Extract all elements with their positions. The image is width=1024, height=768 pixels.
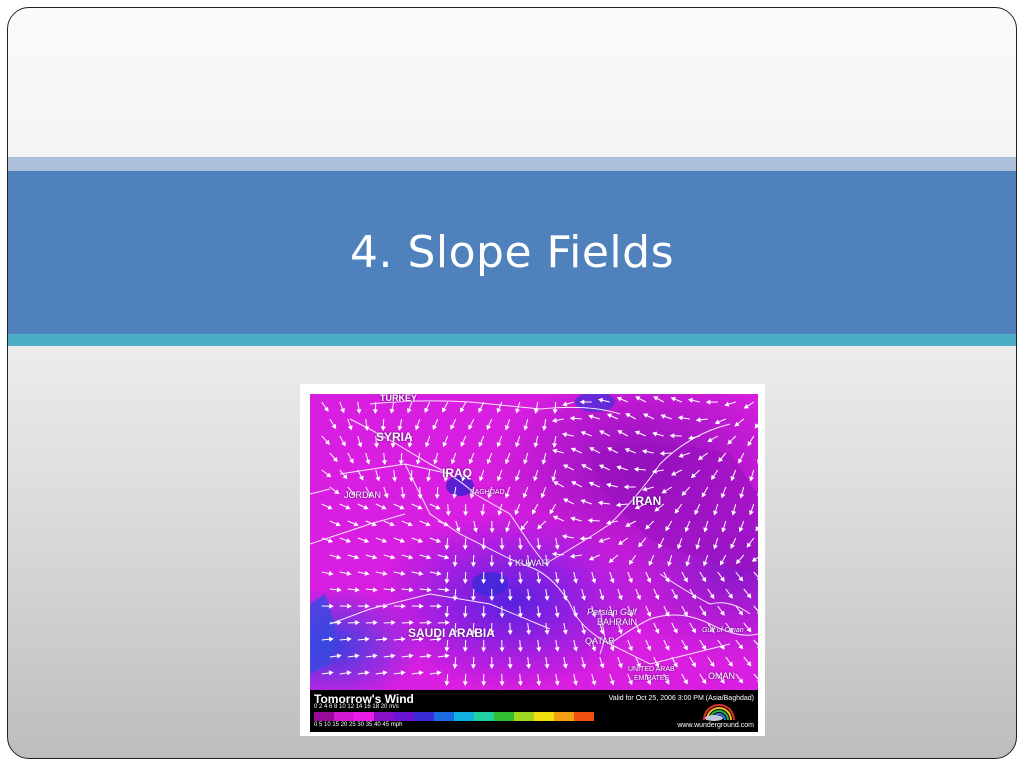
legend-swatch <box>574 712 594 721</box>
label-turkey: TURKEY <box>380 394 418 403</box>
wind-map: TURKEY SYRIA IRAQ BAGHDAD JORDAN IRAN KU… <box>310 394 758 690</box>
label-qatar: QATAR <box>585 636 615 646</box>
label-jordan: JORDAN <box>344 490 382 500</box>
label-iraq: IRAQ <box>442 466 472 480</box>
label-saudi-arabia: SAUDI ARABIA <box>408 626 495 640</box>
legend-swatch <box>434 712 454 721</box>
label-persian-gulf: Persian Gulf <box>587 607 637 617</box>
label-iran: IRAN <box>632 494 662 508</box>
legend-ms-scale: 0 2 4 6 8 10 12 14 16 18 20 m/s <box>314 704 399 710</box>
label-baghdad: BAGHDAD <box>470 489 505 496</box>
slide: 4. Slope Fields TURKEY SYRIA IRAQ BAGHDA… <box>7 7 1017 759</box>
legend-site: www.wunderground.com <box>677 722 754 729</box>
legend-swatch <box>354 712 374 721</box>
label-uae-2: EMIRATES <box>634 675 670 682</box>
label-kuwait: KUWAIT <box>515 558 550 568</box>
label-gulf-of-oman: Gulf of Oman <box>702 627 744 634</box>
legend-valid-time: Valid for Oct 25, 2006 3:00 PM (Asia/Bag… <box>608 695 754 702</box>
rainbow-logo-icon <box>703 704 735 721</box>
legend-swatch <box>474 712 494 721</box>
label-syria: SYRIA <box>376 430 413 444</box>
title-band-top <box>8 157 1016 171</box>
legend-swatch <box>494 712 514 721</box>
label-oman: OMAN <box>708 671 735 681</box>
label-uae-1: UNITED ARAB <box>628 666 675 673</box>
legend-swatch <box>534 712 554 721</box>
legend-swatch <box>374 712 394 721</box>
title-band-bottom <box>8 334 1016 346</box>
legend-swatch <box>394 712 414 721</box>
wind-legend: Tomorrow's Wind Valid for Oct 25, 2006 3… <box>310 690 758 732</box>
label-bahrain: BAHRAIN <box>597 617 638 627</box>
legend-color-bar <box>314 712 594 721</box>
legend-swatch <box>334 712 354 721</box>
legend-swatch <box>514 712 534 721</box>
slide-title: 4. Slope Fields <box>349 227 674 278</box>
wind-map-image: TURKEY SYRIA IRAQ BAGHDAD JORDAN IRAN KU… <box>300 384 765 736</box>
legend-swatch <box>314 712 334 721</box>
legend-swatch <box>554 712 574 721</box>
legend-swatch <box>454 712 474 721</box>
wind-arrow-head <box>755 526 758 532</box>
legend-swatch <box>414 712 434 721</box>
legend-mph-scale: 0 5 10 15 20 25 30 35 40 45 mph <box>314 722 403 728</box>
